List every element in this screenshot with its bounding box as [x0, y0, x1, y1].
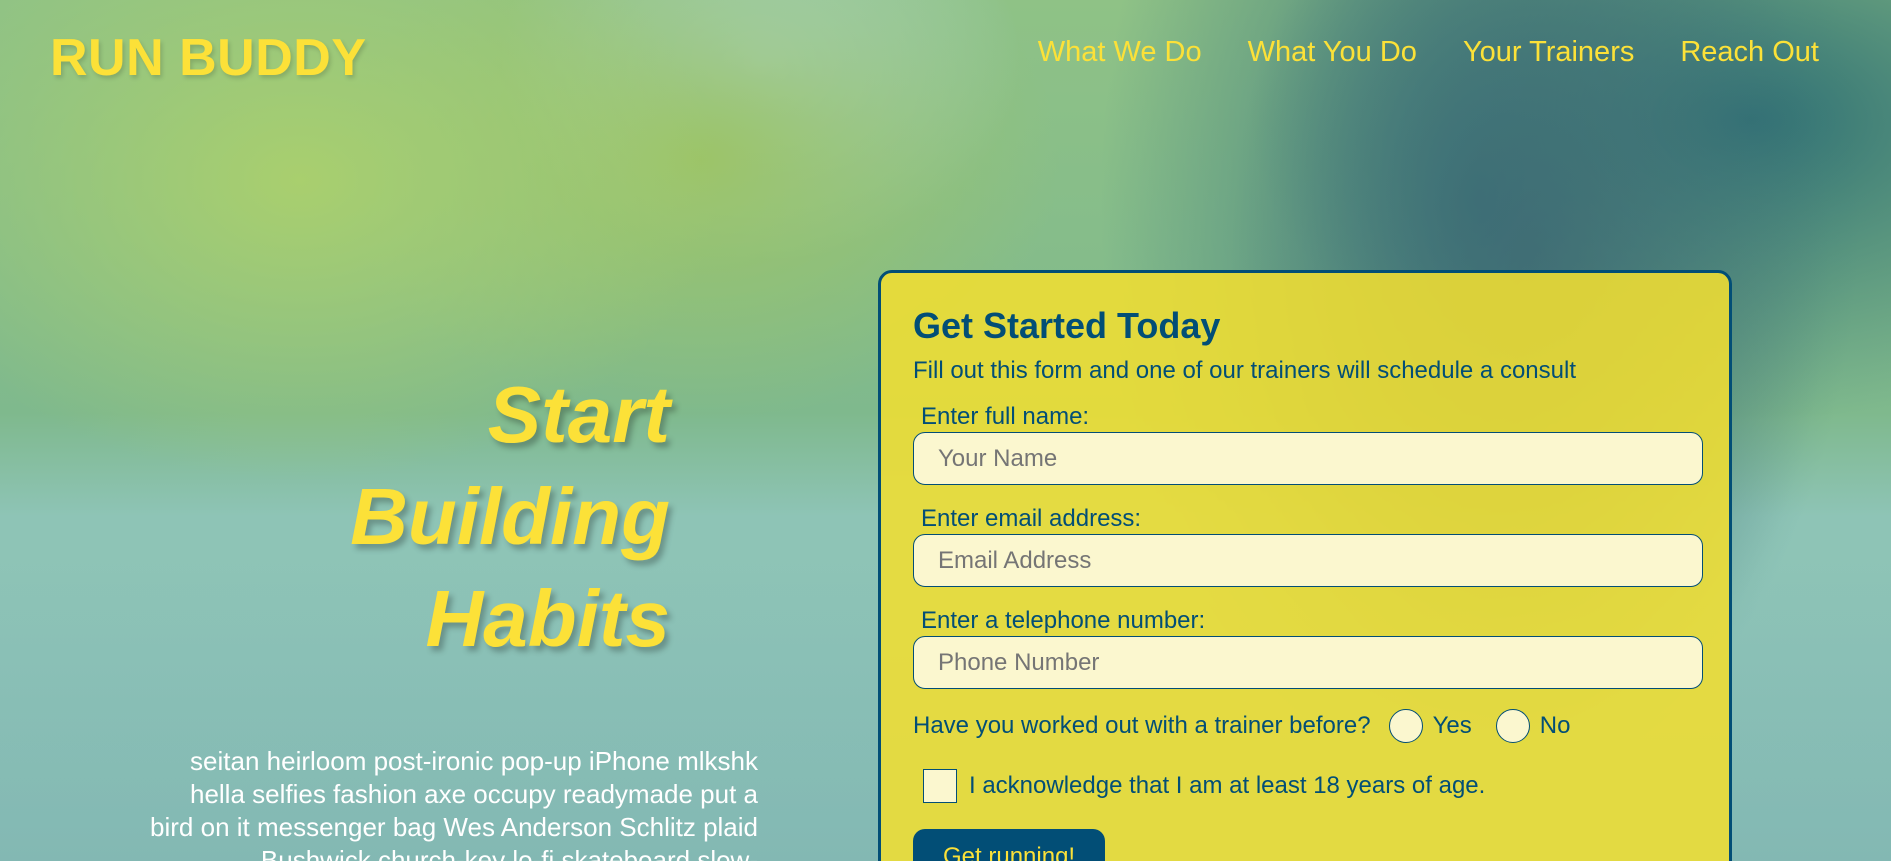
name-field-group: Enter full name: — [913, 403, 1703, 485]
name-input[interactable] — [913, 432, 1703, 485]
email-field-group: Enter email address: — [913, 505, 1703, 587]
phone-label: Enter a telephone number: — [921, 607, 1206, 634]
nav-link-your-trainers[interactable]: Your Trainers — [1463, 36, 1634, 69]
site-header: RUN BUDDY What We Do What You Do Your Tr… — [0, 0, 1891, 110]
email-input[interactable] — [913, 534, 1703, 587]
hero-title-line: Habits — [425, 574, 671, 663]
name-label: Enter full name: — [921, 403, 1090, 430]
radio-no[interactable] — [1495, 709, 1530, 743]
trainer-question-label: Have you worked out with a trainer befor… — [913, 712, 1371, 739]
age-ack-checkbox[interactable] — [923, 769, 957, 803]
logo[interactable]: RUN BUDDY — [50, 28, 367, 88]
trainer-question-row: Have you worked out with a trainer befor… — [913, 709, 1699, 743]
email-label: Enter email address: — [921, 505, 1142, 532]
nav-link-what-you-do[interactable]: What You Do — [1248, 36, 1417, 69]
age-ack-row: I acknowledge that I am at least 18 year… — [913, 769, 1699, 803]
hero-copy: seitan heirloom post-ironic pop-up iPhon… — [150, 746, 758, 861]
hero-title-line: Building — [350, 472, 670, 561]
phone-input[interactable] — [913, 636, 1703, 689]
form-subtitle: Fill out this form and one of our traine… — [913, 357, 1576, 384]
radio-no-label: No — [1539, 712, 1571, 739]
signup-form: Get Started Today Fill out this form and… — [878, 270, 1732, 861]
nav-link-reach-out[interactable]: Reach Out — [1680, 36, 1819, 69]
hero-title-line: Start — [487, 370, 670, 459]
radio-yes-label: Yes — [1432, 712, 1472, 739]
phone-field-group: Enter a telephone number: — [913, 607, 1703, 689]
radio-yes[interactable] — [1388, 709, 1423, 743]
nav-link-what-we-do[interactable]: What We Do — [1038, 36, 1202, 69]
hero-title: Start Building Habits — [300, 364, 670, 670]
main-nav: What We Do What You Do Your Trainers Rea… — [1038, 36, 1819, 69]
submit-button[interactable]: Get running! — [913, 829, 1106, 861]
form-title: Get Started Today — [913, 305, 1221, 346]
age-ack-label: I acknowledge that I am at least 18 year… — [969, 772, 1486, 799]
